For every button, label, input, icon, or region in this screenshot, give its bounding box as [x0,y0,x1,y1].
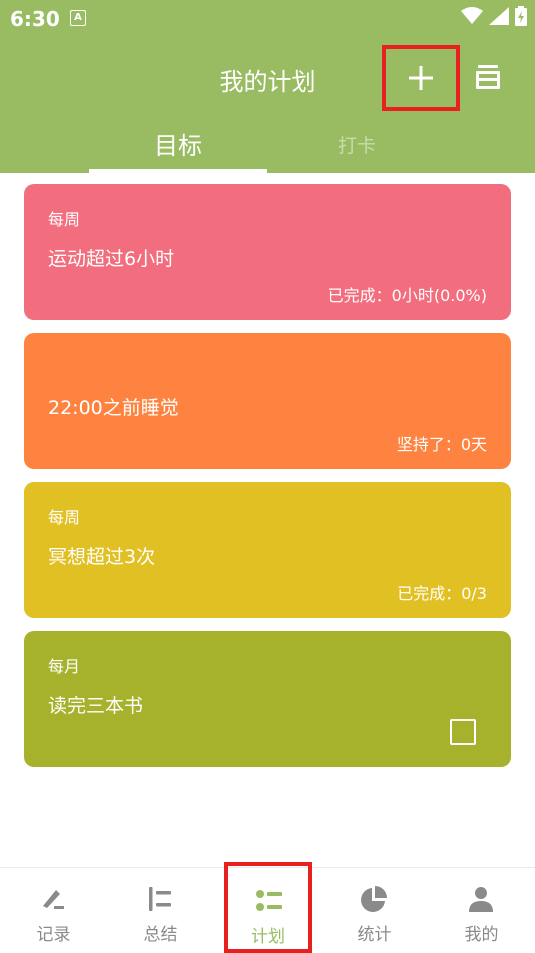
nav-record-label: 记录 [36,925,71,945]
nav-mine-label: 我的 [464,925,499,945]
plan-list-icon [256,890,282,911]
tab-goal[interactable]: 目标 [89,120,267,173]
tab-active-indicator [89,169,267,173]
goal-card[interactable]: 每周 运动超过6小时 已完成：0小时(0.0%) [24,184,511,320]
nav-plan-label: 计划 [251,927,285,947]
tab-checkin[interactable]: 打卡 [268,120,446,173]
nav-plan[interactable]: 计划 [224,862,312,953]
goal-period: 每月 [48,657,81,676]
goal-progress: 已完成：0/3 [397,584,487,603]
pie-chart-icon [361,886,387,912]
archive-icon [476,65,500,89]
status-bar: 6:30 A [0,0,535,36]
edit-icon [43,890,64,909]
goal-period: 每周 [48,508,81,527]
goal-name: 22:00之前睡觉 [48,397,179,419]
nav-stats-label: 统计 [357,925,392,945]
nav-summary[interactable]: 总结 [107,868,214,953]
bottom-navigation: 记录 总结 计划 统计 我的 [0,862,535,953]
nav-summary-label: 总结 [143,925,178,945]
nav-stats[interactable]: 统计 [321,868,428,953]
app-notification-icon: A [70,10,86,26]
battery-icon [515,6,527,26]
goal-name: 读完三本书 [48,695,144,717]
goal-progress: 已完成：0小时(0.0%) [327,286,487,305]
goal-complete-checkbox[interactable] [450,719,476,745]
goal-card[interactable]: 每周 冥想超过3次 已完成：0/3 [24,482,511,618]
add-plan-button[interactable] [382,45,460,111]
tab-checkin-label: 打卡 [337,135,376,157]
goal-period: 每周 [48,210,81,229]
tab-bar: 目标 打卡 [0,120,535,173]
plus-icon [409,66,433,90]
nav-mine[interactable]: 我的 [428,868,535,953]
status-icons [461,6,527,26]
goal-name: 冥想超过3次 [48,546,156,568]
status-time: 6:30 [10,7,60,31]
wifi-icon [461,7,483,24]
tab-goal-label: 目标 [154,132,202,160]
goal-card[interactable]: 22:00之前睡觉 坚持了：0天 [24,333,511,469]
goal-name: 运动超过6小时 [48,248,175,270]
person-icon [469,887,493,912]
goal-card[interactable]: 每月 读完三本书 [24,631,511,767]
goal-progress: 坚持了：0天 [396,435,487,454]
archive-button[interactable] [470,60,506,96]
summary-icon [149,887,171,911]
signal-icon [489,7,509,25]
app-header: 6:30 A 我的计划 目标 打卡 [0,0,535,173]
nav-record[interactable]: 记录 [0,868,107,953]
